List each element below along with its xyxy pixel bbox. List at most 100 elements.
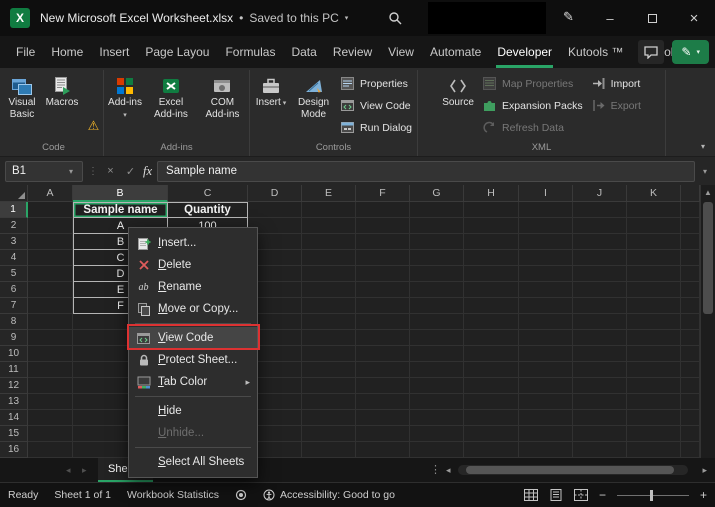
export-button[interactable]: Export (588, 97, 644, 114)
ribbon-tab-view[interactable]: View (380, 36, 422, 68)
row-header-2[interactable]: 2 (0, 218, 28, 234)
row-header-5[interactable]: 5 (0, 266, 28, 282)
cell-h9[interactable] (464, 330, 519, 346)
cell-h4[interactable] (464, 250, 519, 266)
cell-j5[interactable] (573, 266, 627, 282)
refresh-data-button[interactable]: Refresh Data (479, 119, 586, 136)
cell-f12[interactable] (356, 378, 410, 394)
cell-f6[interactable] (356, 282, 410, 298)
menu-item-hide[interactable]: Hide (129, 400, 257, 422)
cell-a16[interactable] (28, 442, 73, 458)
editing-mode-button[interactable]: ✎ ▾ (672, 40, 709, 64)
minimize-button[interactable]: – (589, 0, 631, 36)
cell-k6[interactable] (627, 282, 681, 298)
cell-e3[interactable] (302, 234, 356, 250)
insert-button[interactable]: Insert ▾ (252, 72, 290, 139)
cell-j6[interactable] (573, 282, 627, 298)
column-header-h[interactable]: H (464, 185, 519, 202)
cell-i3[interactable] (519, 234, 573, 250)
cell-k3[interactable] (627, 234, 681, 250)
cell-j15[interactable] (573, 426, 627, 442)
ribbon-tab-file[interactable]: File (8, 36, 43, 68)
cell-a5[interactable] (28, 266, 73, 282)
page-break-view-icon[interactable] (573, 489, 588, 501)
cell-j2[interactable] (573, 218, 627, 234)
row-header-1[interactable]: 1 (0, 202, 28, 218)
cell-g15[interactable] (410, 426, 464, 442)
menu-item-select-all-sheets[interactable]: Select All Sheets (129, 451, 257, 473)
cell-g7[interactable] (410, 298, 464, 314)
menu-item-delete[interactable]: Delete (129, 254, 257, 276)
zoom-slider[interactable] (616, 489, 689, 501)
cell-f8[interactable] (356, 314, 410, 330)
column-header-f[interactable]: F (356, 185, 410, 202)
cell-e12[interactable] (302, 378, 356, 394)
cell-f5[interactable] (356, 266, 410, 282)
cell-e4[interactable] (302, 250, 356, 266)
spreadsheet-grid[interactable]: A B C D E F G H I J K 1 Sample name Quantity 2 A 100 3 B 4 C… (0, 185, 700, 458)
cell-h13[interactable] (464, 394, 519, 410)
cell-f7[interactable] (356, 298, 410, 314)
sheet-count[interactable]: Sheet 1 of 1 (54, 489, 111, 501)
name-box-chevron-icon[interactable]: ▾ (66, 167, 76, 176)
menu-item-move-or-copy[interactable]: Move or Copy... (129, 298, 257, 320)
saved-status-chevron-icon[interactable]: ▾ (345, 14, 349, 22)
record-macro-icon[interactable] (235, 489, 247, 501)
cell-k15[interactable] (627, 426, 681, 442)
cell-a3[interactable] (28, 234, 73, 250)
cell-a7[interactable] (28, 298, 73, 314)
zoom-out-button[interactable]: − (599, 488, 606, 502)
scroll-left-icon[interactable]: ◂ (446, 465, 451, 476)
cell-a1[interactable] (28, 202, 73, 218)
cell-e14[interactable] (302, 410, 356, 426)
cell-i12[interactable] (519, 378, 573, 394)
cell-i13[interactable] (519, 394, 573, 410)
cell-f11[interactable] (356, 362, 410, 378)
cell-j13[interactable] (573, 394, 627, 410)
row-header-15[interactable]: 15 (0, 426, 28, 442)
close-button[interactable]: × (673, 0, 715, 36)
excel-add-ins-button[interactable]: Excel Add-ins (146, 72, 196, 139)
cell-i11[interactable] (519, 362, 573, 378)
cell-a10[interactable] (28, 346, 73, 362)
column-header-g[interactable]: G (410, 185, 464, 202)
map-properties-button[interactable]: Map Properties (479, 75, 586, 92)
cell-k8[interactable] (627, 314, 681, 330)
cell-g16[interactable] (410, 442, 464, 458)
column-header-b[interactable]: B (73, 185, 168, 202)
cell-f13[interactable] (356, 394, 410, 410)
tab-scroll-left-icon[interactable]: ◂ (66, 465, 71, 476)
cell-j11[interactable] (573, 362, 627, 378)
cell-e1[interactable] (302, 202, 356, 218)
cell-b1[interactable]: Sample name (73, 202, 168, 218)
accessibility-status[interactable]: Accessibility: Good to go (263, 489, 395, 501)
scroll-up-icon[interactable]: ▲ (701, 185, 715, 197)
source-button[interactable]: Source (439, 72, 477, 139)
ribbon-tab-review[interactable]: Review (325, 36, 380, 68)
cell-a14[interactable] (28, 410, 73, 426)
cell-k12[interactable] (627, 378, 681, 394)
cell-a13[interactable] (28, 394, 73, 410)
cell-g1[interactable] (410, 202, 464, 218)
vertical-scrollbar-thumb[interactable] (703, 202, 713, 314)
cell-j12[interactable] (573, 378, 627, 394)
cell-d1[interactable] (248, 202, 302, 218)
formula-bar-splitter[interactable]: ⋮ (88, 166, 98, 177)
cell-i9[interactable] (519, 330, 573, 346)
search-icon[interactable] (388, 11, 402, 25)
horizontal-scrollbar[interactable] (458, 465, 688, 475)
cell-g8[interactable] (410, 314, 464, 330)
cell-k4[interactable] (627, 250, 681, 266)
cell-e8[interactable] (302, 314, 356, 330)
cell-g9[interactable] (410, 330, 464, 346)
normal-view-icon[interactable] (523, 489, 538, 501)
name-box[interactable]: B1 ▾ (5, 160, 83, 182)
row-header-14[interactable]: 14 (0, 410, 28, 426)
cell-k16[interactable] (627, 442, 681, 458)
cell-k5[interactable] (627, 266, 681, 282)
row-header-6[interactable]: 6 (0, 282, 28, 298)
cell-h7[interactable] (464, 298, 519, 314)
row-header-12[interactable]: 12 (0, 378, 28, 394)
formula-input[interactable]: Sample name (157, 160, 695, 182)
cell-f2[interactable] (356, 218, 410, 234)
